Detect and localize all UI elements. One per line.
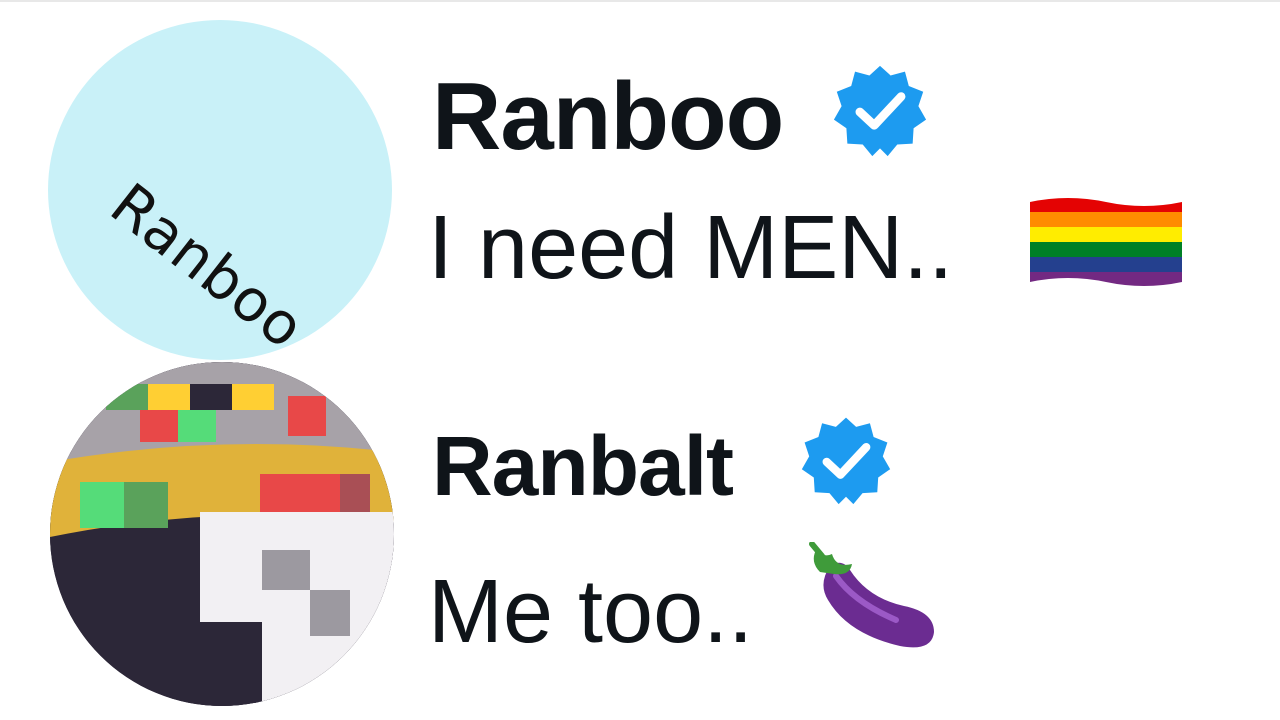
display-name[interactable]: Ranbalt: [432, 418, 734, 514]
display-name[interactable]: Ranboo: [432, 62, 784, 172]
tweet-text: I need MEN..: [428, 198, 954, 298]
verified-badge-icon: [801, 417, 891, 505]
avatar-ranbalt[interactable]: [50, 362, 394, 706]
meme-canvas: Ranboo Ranboo I need MEN.. Ranbalt Me to…: [0, 0, 1280, 720]
eggplant-icon: [809, 542, 934, 648]
avatar-ranboo[interactable]: Ranboo: [48, 20, 392, 360]
pixel-crown-face-icon: [50, 362, 394, 706]
rainbow-flag-icon: [1030, 198, 1182, 286]
tweet-text: Me too..: [428, 562, 754, 662]
top-divider: [0, 0, 1280, 2]
verified-badge-icon: [833, 65, 927, 157]
avatar-text: Ranboo: [98, 170, 318, 360]
